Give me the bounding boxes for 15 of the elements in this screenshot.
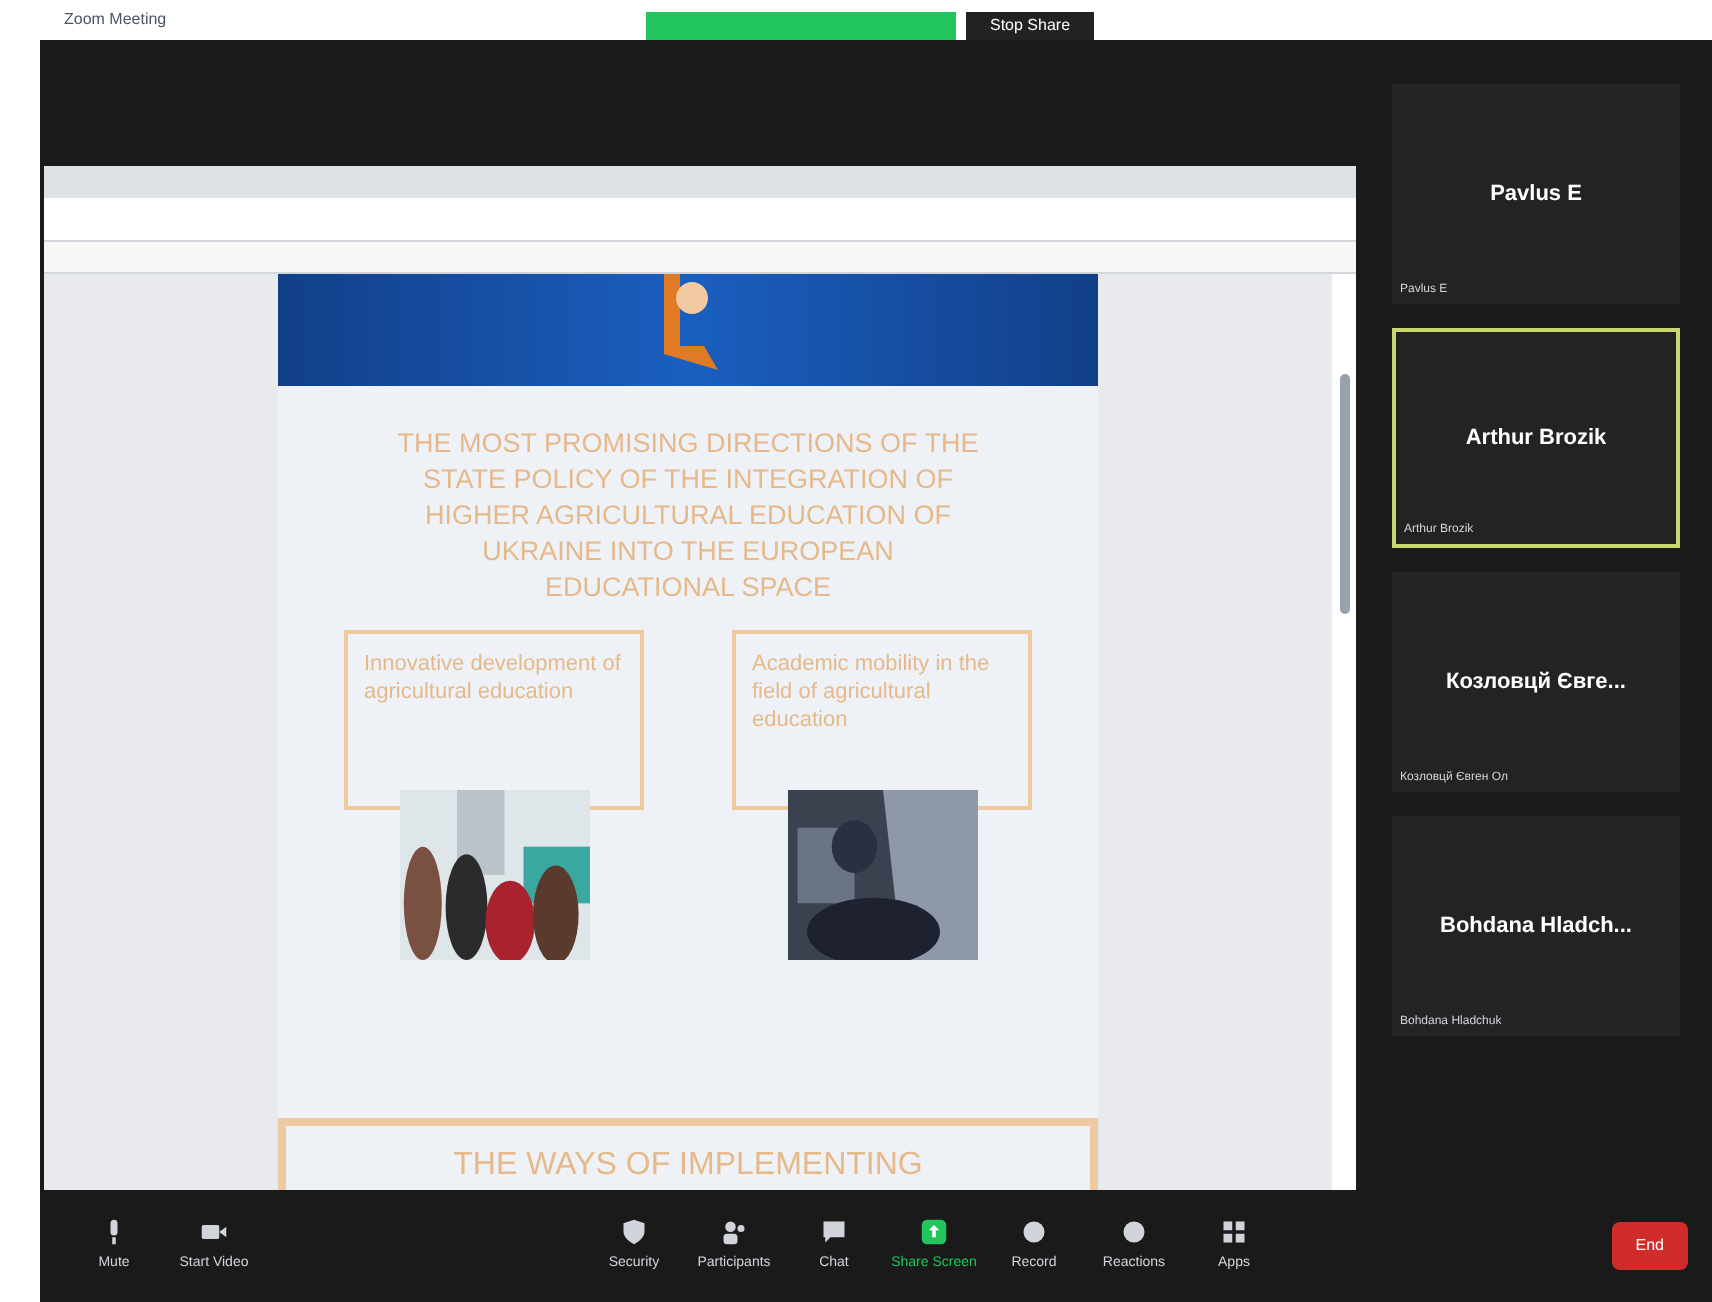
stop-share-button[interactable]: Stop Share xyxy=(966,12,1095,40)
participant-name: Pavlus E xyxy=(1490,179,1582,210)
people-icon xyxy=(720,1217,748,1246)
slide-title: THE MOST PROMISING DIRECTIONS OF THE STATE POLICY OF THE INTEGRATION OF HIGHER AGRICULTURAL EDUCATION OF UKRAINE INTO THE EUROPEAN EDUCATIONAL SPACE xyxy=(395,426,981,606)
record-icon xyxy=(1020,1217,1048,1246)
section-heading: THE WAYS OF IMPLEMENTING xyxy=(453,1146,923,1186)
end-button[interactable]: End xyxy=(1611,1222,1688,1270)
participant-name: Bohdana Hladch... xyxy=(1440,911,1632,942)
shield-icon xyxy=(620,1217,648,1246)
chat-icon xyxy=(820,1217,848,1246)
apps-icon xyxy=(1220,1217,1248,1246)
window-title: Zoom Meeting xyxy=(64,8,167,32)
participant-name: Козловцй Євге... xyxy=(1446,667,1626,698)
share-icon xyxy=(920,1217,948,1246)
participant-name: Arthur Brozik xyxy=(1465,423,1607,454)
